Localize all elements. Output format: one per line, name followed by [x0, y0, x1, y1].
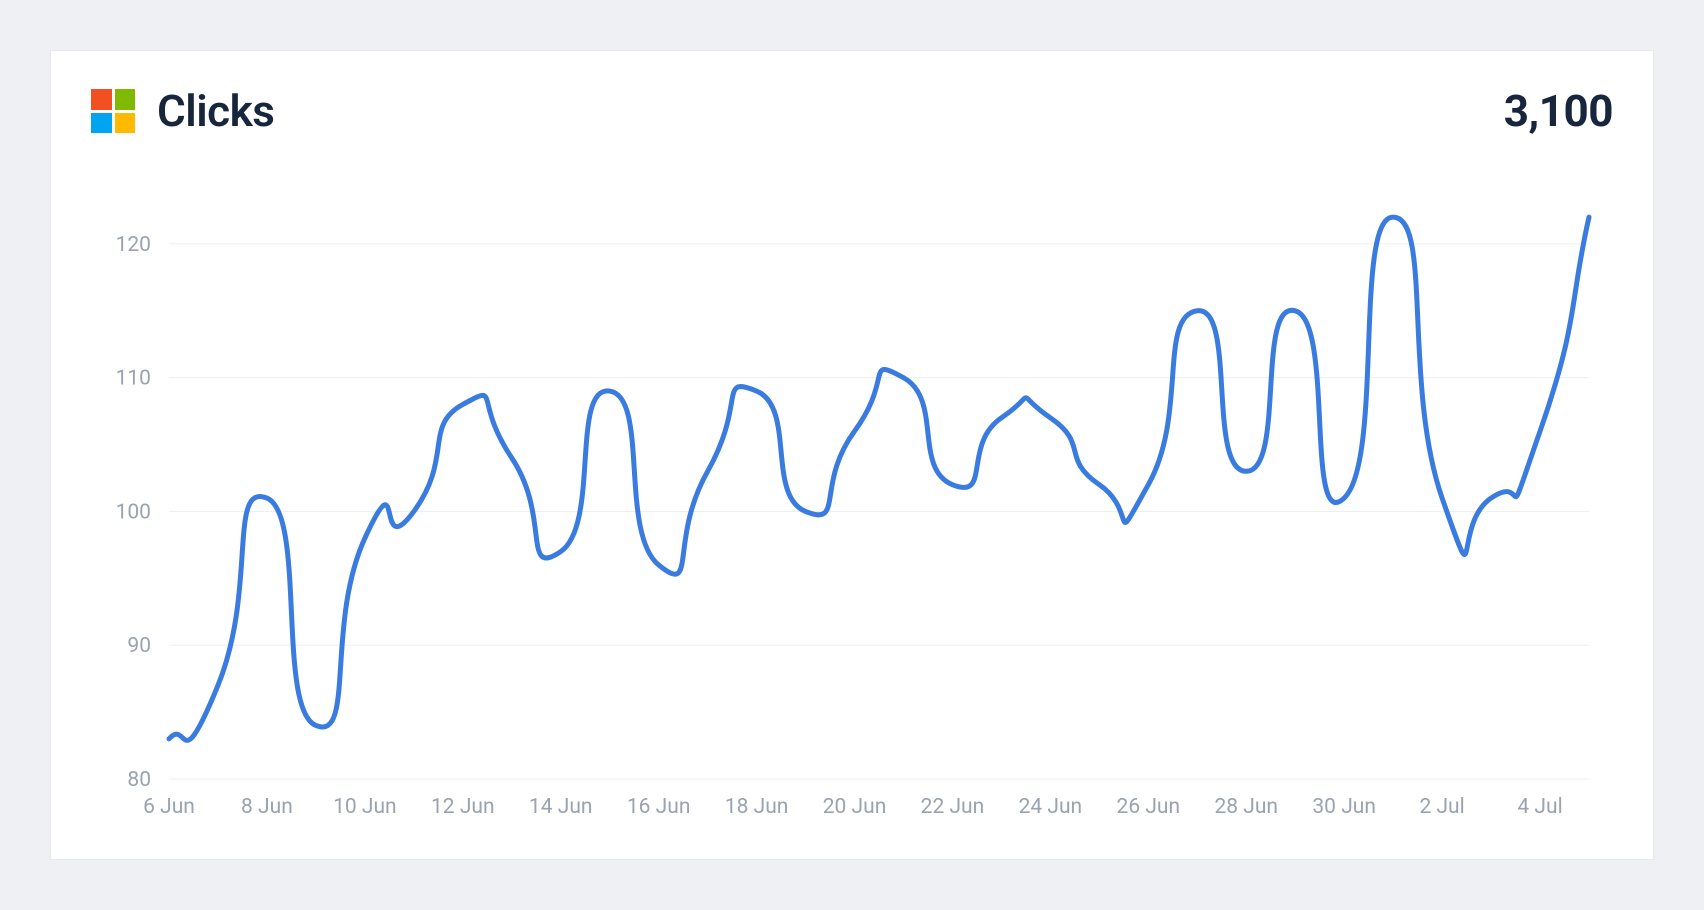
svg-text:12 Jun: 12 Jun — [431, 795, 495, 819]
svg-text:22 Jun: 22 Jun — [921, 795, 985, 819]
line-chart: 80 90 100 110 120 6 Jun 8 Jun 10 Jun 12 Jun 14 Ju… — [91, 167, 1613, 829]
series-line — [169, 217, 1589, 740]
svg-text:80: 80 — [127, 768, 151, 792]
chart-card: Clicks 3,100 80 90 100 110 120 6 Jun 8 Jun 10 J… — [50, 50, 1654, 860]
svg-text:26 Jun: 26 Jun — [1117, 795, 1181, 819]
metric-total: 3,100 — [1504, 85, 1613, 137]
svg-text:28 Jun: 28 Jun — [1214, 795, 1278, 819]
svg-text:18 Jun: 18 Jun — [725, 795, 789, 819]
svg-text:120: 120 — [116, 233, 151, 257]
chart-area: 80 90 100 110 120 6 Jun 8 Jun 10 Jun 12 Jun 14 Ju… — [91, 167, 1613, 829]
svg-text:20 Jun: 20 Jun — [823, 795, 887, 819]
card-header: Clicks 3,100 — [91, 85, 1613, 137]
svg-text:10 Jun: 10 Jun — [333, 795, 397, 819]
svg-text:100: 100 — [116, 500, 151, 524]
svg-text:110: 110 — [116, 367, 151, 391]
svg-text:24 Jun: 24 Jun — [1019, 795, 1083, 819]
microsoft-logo-icon — [91, 89, 135, 133]
svg-text:16 Jun: 16 Jun — [627, 795, 691, 819]
page: Clicks 3,100 80 90 100 110 120 6 Jun 8 Jun 10 J… — [0, 0, 1704, 910]
svg-text:6 Jun: 6 Jun — [143, 795, 195, 819]
title-wrap: Clicks — [91, 85, 274, 137]
chart-title: Clicks — [157, 85, 274, 137]
svg-text:14 Jun: 14 Jun — [529, 795, 593, 819]
svg-text:30 Jun: 30 Jun — [1312, 795, 1376, 819]
svg-text:8 Jun: 8 Jun — [241, 795, 293, 819]
svg-text:4 Jul: 4 Jul — [1517, 795, 1562, 819]
svg-text:90: 90 — [127, 634, 151, 658]
svg-text:2 Jul: 2 Jul — [1419, 795, 1464, 819]
